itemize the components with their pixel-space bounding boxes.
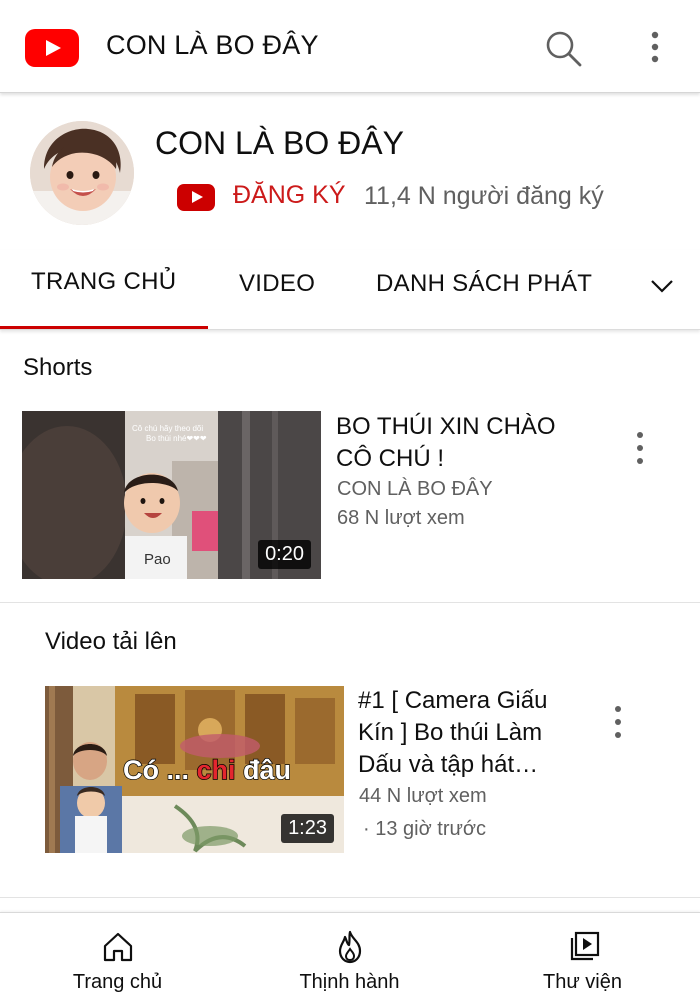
youtube-small-logo-icon [177, 184, 215, 211]
avatar-image [30, 121, 134, 225]
video-view-count: 44 N lượt xem [359, 785, 487, 807]
short-view-count: 68 N lượt xem [337, 507, 465, 529]
duration-badge: 1:23 [281, 814, 334, 843]
video-title[interactable]: #1 [ Camera Giấu Kín ] Bo thúi Làm Dấu v… [358, 685, 598, 781]
video-more-vert-icon[interactable] [610, 703, 626, 743]
subscriber-count: 11,4 N người đăng ký [364, 182, 604, 210]
channel-tabs: TRANG CHỦ VIDEO DANH SÁCH PHÁT [0, 250, 700, 330]
subscribe-button[interactable]: ĐĂNG KÝ [233, 181, 346, 210]
youtube-logo-icon[interactable] [25, 29, 79, 67]
more-vert-icon[interactable] [640, 27, 670, 71]
section-divider [0, 897, 700, 898]
channel-name: CON LÀ BO ĐÂY [155, 125, 404, 161]
short-more-vert-icon[interactable] [632, 429, 648, 469]
tab-home[interactable]: TRANG CHỦ [31, 268, 176, 296]
section-divider [0, 602, 700, 603]
appbar-title: CON LÀ BO ĐÂY [106, 30, 319, 60]
short-thumb-caption-1: Cô chú hãy theo dõi [132, 424, 203, 433]
tab-video[interactable]: VIDEO [239, 270, 315, 298]
short-title[interactable]: BO THÚI XIN CHÀO CÔ CHÚ ! [336, 411, 596, 475]
chevron-down-icon[interactable] [648, 272, 676, 300]
short-title-line-1: BO THÚI XIN CHÀO [336, 413, 556, 440]
svg-text:Pao: Pao [144, 551, 171, 568]
search-icon[interactable] [541, 27, 585, 71]
video-title-line-3: Dấu và tập hát… [358, 751, 539, 778]
short-thumbnail[interactable]: Pao Cô chú hãy theo dõi Bo thúi nhé❤❤❤ 0… [22, 411, 321, 579]
thumb-overlay-text-c: đâu [236, 755, 292, 785]
nav-library[interactable]: Thư viện [510, 913, 655, 1003]
nav-library-label: Thư viện [543, 971, 622, 993]
home-icon [103, 932, 133, 962]
thumb-overlay-text-a: Có ... [123, 755, 197, 785]
short-channel-name: CON LÀ BO ĐÂY [337, 478, 493, 500]
svg-text:Có ... chi đâu: Có ... chi đâu [123, 755, 291, 785]
top-app-bar: CON LÀ BO ĐÂY [0, 0, 700, 93]
channel-avatar[interactable] [30, 121, 134, 225]
video-title-line-2: Kín ] Bo thúi Làm [358, 719, 543, 746]
duration-badge: 0:20 [258, 540, 311, 569]
video-thumbnail[interactable]: Có ... chi đâu 1:23 [45, 686, 344, 853]
thumb-overlay-text-b: chi [197, 755, 236, 785]
video-title-line-1: #1 [ Camera Giấu [358, 687, 548, 714]
nav-home[interactable]: Trang chủ [45, 913, 190, 1003]
library-icon [570, 931, 600, 961]
trending-flame-icon [338, 930, 362, 964]
selected-tab-indicator [0, 326, 208, 329]
section-title-shorts: Shorts [23, 354, 93, 381]
short-thumb-caption-2: Bo thúi nhé❤❤❤ [146, 434, 207, 443]
section-title-uploads: Video tải lên [45, 628, 177, 655]
video-upload-age: · 13 giờ trước [363, 818, 486, 840]
nav-home-label: Trang chủ [72, 971, 163, 993]
nav-trending-label: Thịnh hành [299, 971, 400, 993]
nav-trending[interactable]: Thịnh hành [277, 913, 422, 1003]
tab-playlists[interactable]: DANH SÁCH PHÁT [376, 270, 592, 298]
bottom-navigation: Trang chủ Thịnh hành Thư viện [0, 912, 700, 1003]
short-title-line-2: CÔ CHÚ ! [336, 445, 444, 472]
